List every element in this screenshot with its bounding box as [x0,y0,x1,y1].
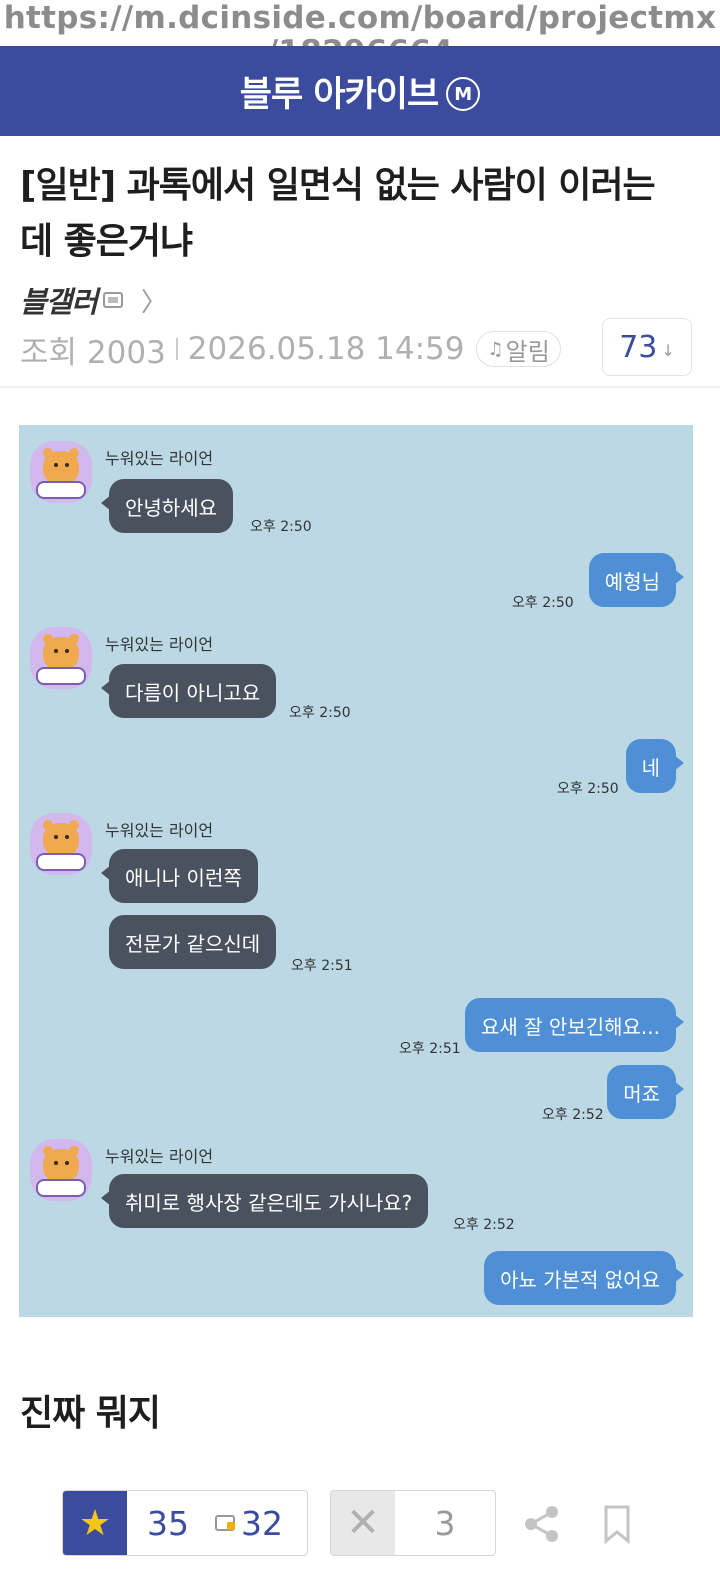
message-time: 오후 2:50 [289,705,351,721]
divider [0,386,720,388]
gallery-header[interactable]: 블루 아카이브 M [0,46,720,136]
sender-name: 누워있는 라이언 [105,1147,214,1166]
message-time: 오후 2:50 [250,519,312,535]
nonrecommend-count: 3 [434,1503,456,1543]
sender-name: 누워있는 라이언 [105,449,214,468]
message-time: 오후 2:50 [512,595,574,611]
recommend-count: 35 [147,1503,189,1543]
message-time: 오후 2:50 [557,781,619,797]
sent-message: 네 [625,739,685,793]
received-message: 취미로 행사장 같은데도 가시나요? [100,1174,429,1228]
close-icon: ✕ [331,1491,395,1555]
ryan-avatar-icon [30,441,92,503]
fixed-recommend-count: 32 [241,1503,283,1543]
ryan-avatar-icon [30,813,92,875]
ryan-avatar-icon [30,1139,92,1201]
sender-name: 누워있는 라이언 [105,635,214,654]
comment-count: 73 [619,329,658,365]
nonrecommend-button[interactable]: ✕ 3 [330,1490,496,1556]
post-meta: 조회 2003 2026.05.18 14:59 ♫ 알림 [20,325,561,373]
received-message: 다름이 아니고요 [100,664,277,718]
sent-message: 요새 잘 안보긴해요... [465,998,684,1052]
star-icon: ★ [63,1491,127,1555]
share-icon[interactable] [522,1504,562,1544]
member-badge-icon [103,292,124,308]
gallery-title[interactable]: 블루 아카이브 [240,66,439,117]
message-time: 오후 2:51 [291,958,353,974]
message-time: 오후 2:52 [542,1107,604,1123]
arrow-down-icon: ↓ [661,340,675,360]
message-time: 오후 2:51 [399,1041,461,1057]
url-text-line1: https://m.dcinside.com/board/projectmx [3,0,717,36]
view-count: 조회 2003 [20,334,166,371]
bookmark-icon[interactable] [603,1504,631,1544]
message-time: 오후 2:52 [453,1217,515,1233]
alarm-label: 알림 [505,337,550,366]
ryan-avatar-icon [30,627,92,689]
author-name[interactable]: 블갤러 [20,279,98,321]
recommend-button[interactable]: ★ 35 32 [62,1490,308,1556]
chat-screenshot-image: 누워있는 라이언 안녕하세요 오후 2:50 예형님 오후 2:50 누워있는 … [19,425,693,1317]
received-message: 안녕하세요 [101,479,233,533]
post-body-text: 진짜 뭐지 [20,1393,161,1434]
sender-name: 누워있는 라이언 [105,821,214,840]
received-message: 전문가 같으신데 [109,915,277,969]
received-message: 애니나 이런쪽 [101,849,258,903]
post-date: 2026.05.18 14:59 [187,331,465,367]
author-row[interactable]: 블갤러 〉 [20,280,167,320]
url-bar[interactable]: https://m.dcinside.com/board/projectmx /… [0,0,720,46]
meta-divider [175,338,178,360]
bell-icon: ♫ [487,338,504,360]
minor-gallery-badge-icon: M [446,77,481,111]
fixed-member-icon [215,1515,235,1531]
comment-count-button[interactable]: 73 ↓ [602,318,692,376]
alarm-button[interactable]: ♫ 알림 [476,331,561,367]
chevron-right-icon[interactable]: 〉 [141,282,167,319]
sent-message: 머죠 [607,1065,684,1119]
sent-message: 아뇨 가본적 없어요 [484,1251,684,1305]
post-action-bar: ★ 35 32 ✕ 3 [0,1490,720,1558]
sent-message: 예형님 [588,553,685,607]
post-title: [일반] 과톡에서 일면식 없는 사람이 이러는데 좋은거냐 [20,165,656,262]
